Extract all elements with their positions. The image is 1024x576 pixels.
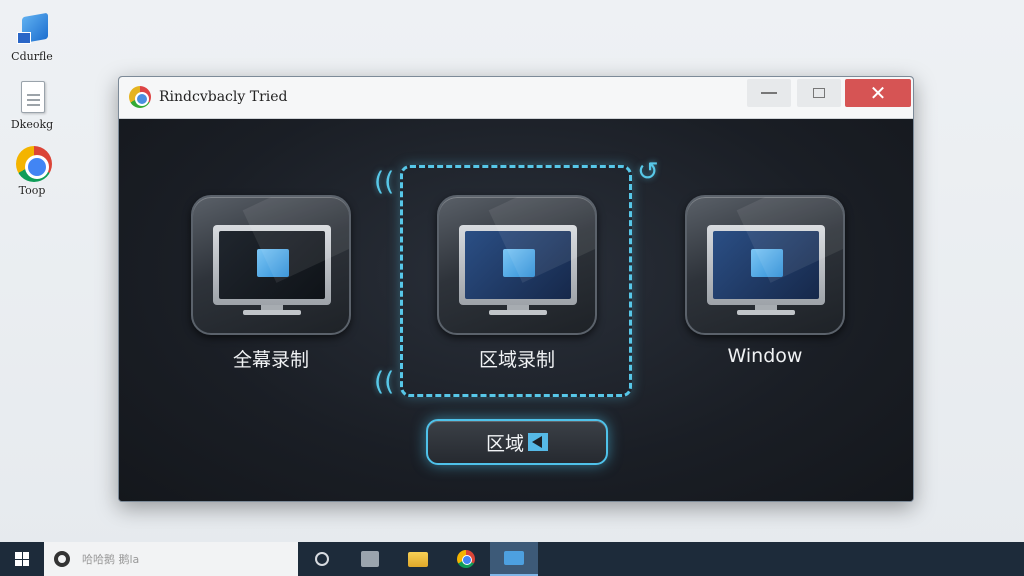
close-button[interactable]: ✕ <box>845 79 911 107</box>
monitor-icon <box>213 225 331 305</box>
taskbar-cortana[interactable] <box>298 542 346 576</box>
document-icon <box>14 80 50 116</box>
desktop-icon-3[interactable]: Toop <box>0 146 64 197</box>
option-tile[interactable] <box>191 195 351 335</box>
option-label-fullscreen: 全幕录制 <box>232 349 309 371</box>
folder-icon <box>408 551 428 567</box>
monitor-icon <box>459 225 577 305</box>
maximize-icon <box>813 88 825 98</box>
taskbar-app-explorer[interactable] <box>394 542 442 576</box>
option-label-window: Window <box>727 345 803 367</box>
taskbar-app-mail[interactable] <box>490 542 538 576</box>
desktop-icon-2[interactable]: Dkeokg <box>0 80 64 131</box>
window-content: 全幕录制 (( ↺ (( 区域录制 Window 区域 <box>119 119 913 501</box>
cortana-icon <box>315 552 329 566</box>
taskbar-app-chrome[interactable] <box>442 542 490 576</box>
search-input[interactable]: 哈哈鹅 鹅la <box>82 551 139 567</box>
recorder-window: Rindcvbacly Tried ✕ 全幕录制 (( ↺ ((区域录制 Wi… <box>118 76 914 502</box>
action-button-label: 区域 <box>485 432 524 455</box>
windows-logo-icon <box>15 552 29 566</box>
app-icon <box>129 86 151 108</box>
option-region[interactable] <box>437 195 597 335</box>
option-tile[interactable] <box>437 195 597 335</box>
desktop-icon-label: Dkeokg <box>10 118 54 131</box>
start-button[interactable] <box>0 542 44 576</box>
desktop-icon-label: Toop <box>18 184 46 197</box>
record-icon <box>528 433 548 451</box>
corner-arc-icon: (( <box>374 167 395 197</box>
desktop-icon-1[interactable]: Cdurfle <box>0 12 64 63</box>
app-shortcut-icon <box>14 12 50 48</box>
window-titlebar[interactable]: Rindcvbacly Tried ✕ <box>119 77 913 119</box>
minimize-icon <box>761 92 777 94</box>
option-window[interactable] <box>685 195 845 335</box>
mail-icon <box>504 551 524 565</box>
option-label-region: 区域录制 <box>478 349 555 371</box>
option-fullscreen[interactable] <box>191 195 351 335</box>
chrome-icon <box>14 146 52 182</box>
minimize-button[interactable] <box>747 79 791 107</box>
gear-icon <box>54 551 70 567</box>
window-title: Rindcvbacly Tried <box>159 89 288 105</box>
region-record-button[interactable]: 区域 <box>426 419 608 465</box>
maximize-button[interactable] <box>797 79 841 107</box>
close-icon: ✕ <box>869 81 887 105</box>
taskbar-search[interactable]: 哈哈鹅 鹅la <box>44 542 298 576</box>
corner-arc-icon: (( <box>374 367 395 397</box>
taskbar: 哈哈鹅 鹅la <box>0 542 1024 576</box>
monitor-icon <box>707 225 825 305</box>
tv-icon <box>361 551 379 567</box>
desktop-icon-label: Cdurfle <box>11 50 53 63</box>
option-tile[interactable] <box>685 195 845 335</box>
corner-arc-icon: ↺ <box>637 157 659 187</box>
taskbar-app-tv[interactable] <box>346 542 394 576</box>
chrome-icon <box>457 550 475 568</box>
